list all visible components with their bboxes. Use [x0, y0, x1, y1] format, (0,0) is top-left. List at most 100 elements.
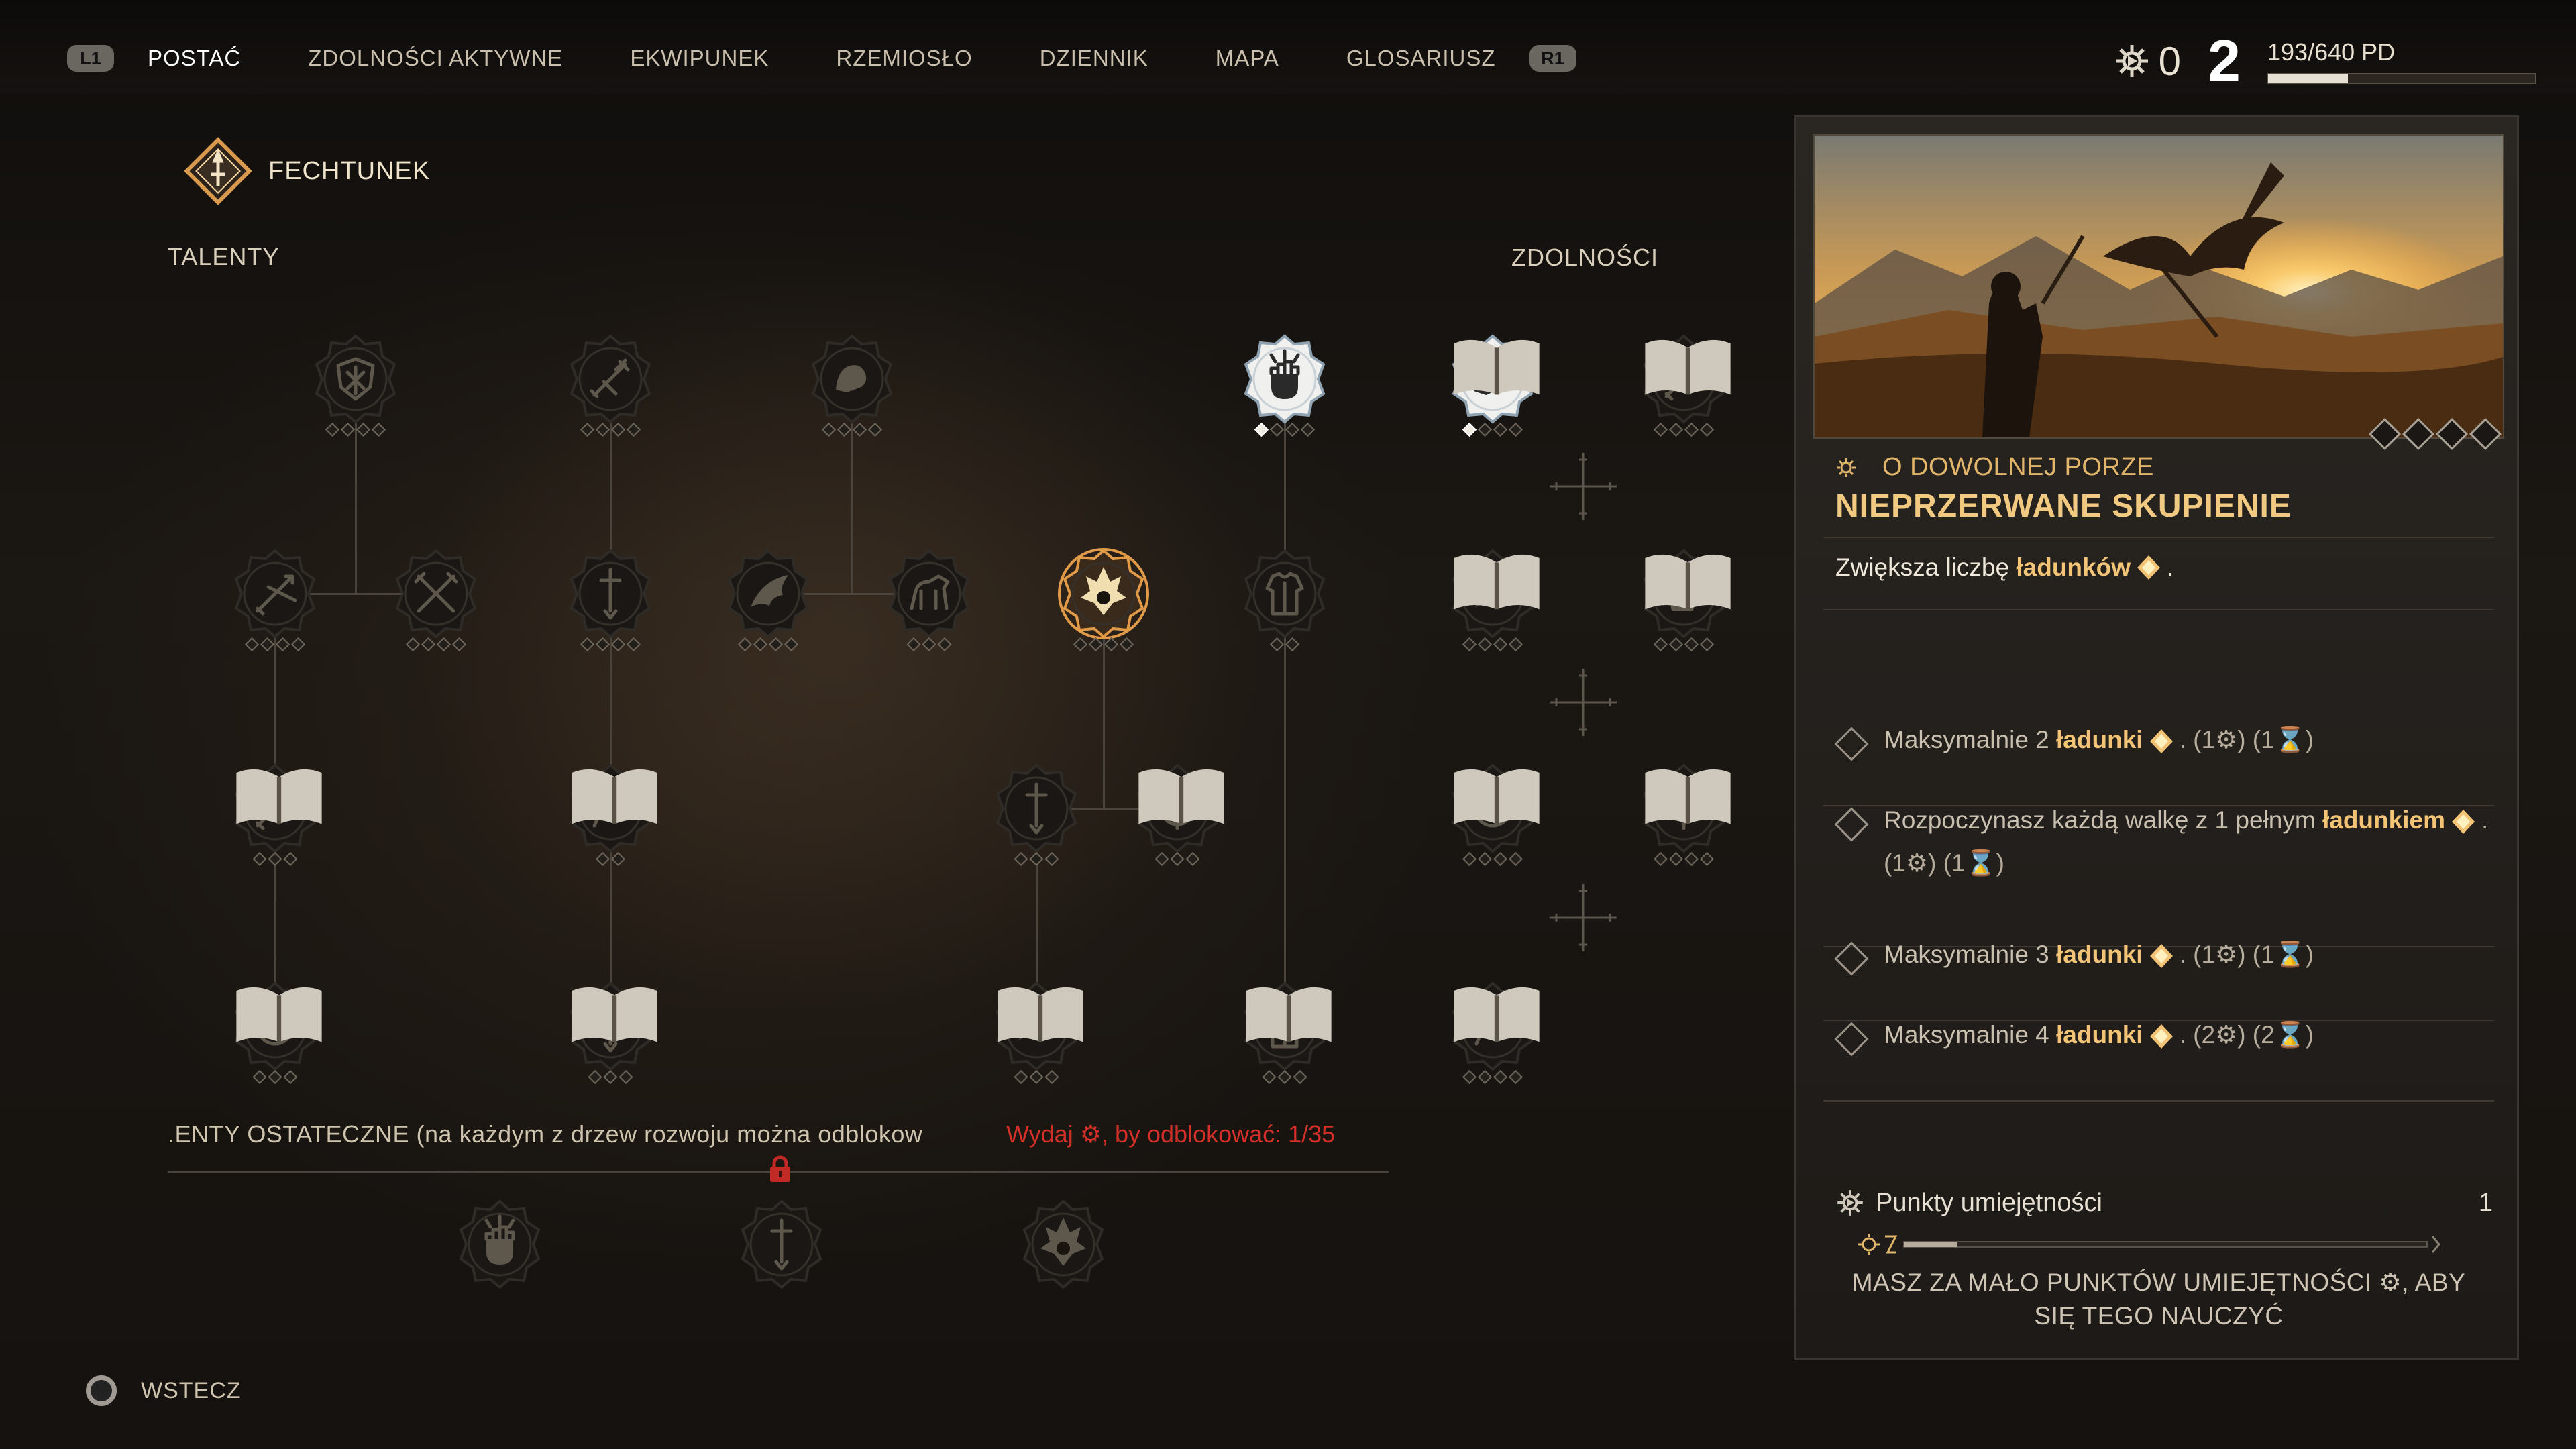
final-talent-burst[interactable]	[1016, 1197, 1110, 1291]
talent-node-fist[interactable]	[1238, 332, 1332, 437]
rank-pips	[1014, 851, 1059, 867]
ability-node-bird[interactable]	[1446, 547, 1540, 652]
rank-pips	[1269, 637, 1300, 652]
talent-node-flame-skull[interactable]	[1057, 547, 1150, 652]
xp-bar-fill	[2268, 74, 2349, 83]
rank-pip	[1285, 637, 1300, 652]
talent-node-horn[interactable]	[564, 761, 657, 867]
final-talent-sword[interactable]	[735, 1197, 828, 1291]
rank-pip	[325, 422, 340, 437]
l1-button-hint[interactable]: L1	[67, 45, 114, 72]
page-dot[interactable]	[2435, 417, 2469, 451]
rank-pip	[821, 422, 837, 437]
book-icon	[236, 769, 322, 824]
tab-glosariusz[interactable]: GLOSARIUSZ	[1346, 46, 1496, 71]
rank-pip	[1300, 422, 1316, 437]
talent-node-crossed-swords[interactable]	[389, 547, 483, 652]
ability-node-strike[interactable]	[1637, 332, 1731, 437]
rank-pip	[1269, 422, 1285, 437]
talent-node-horse[interactable]	[882, 547, 976, 652]
charge-gem-icon	[2451, 810, 2475, 835]
rank-prefix: Rozpoczynasz każdą walkę z 1 pełnym	[1884, 806, 2322, 834]
skill-points-row: Punkty umiejętności 1	[1835, 1188, 2493, 1218]
talent-node-sword-slash[interactable]	[228, 547, 322, 652]
ability-node-cross[interactable]	[1637, 761, 1731, 867]
rank-pip	[290, 637, 306, 652]
rank-pip	[1462, 422, 1477, 437]
book-icon	[1246, 987, 1332, 1042]
xp-text: 193/640 PD	[2267, 38, 2396, 66]
skill-points-counter: 0	[2113, 38, 2181, 85]
skill-points-label: Punkty umiejętności	[1876, 1188, 2102, 1217]
book-icon	[1454, 554, 1540, 610]
rank-pips	[252, 1069, 298, 1085]
skill-artwork	[1813, 134, 2504, 439]
ability-node-hook[interactable]	[1446, 979, 1540, 1085]
rank-pips	[244, 637, 306, 652]
talent-node-blade[interactable]	[989, 761, 1083, 867]
rank-pip	[1493, 851, 1508, 867]
rank-pips	[252, 851, 298, 867]
rank-pip	[1653, 851, 1668, 867]
talent-node-body[interactable]	[1238, 979, 1332, 1085]
talent-node-lunge[interactable]	[989, 979, 1083, 1085]
final-talents-label: .ENTY OSTATECZNE (na każdym z drzew rozw…	[168, 1120, 923, 1148]
rank-pip	[1285, 422, 1300, 437]
page-dot[interactable]	[2368, 417, 2402, 451]
book-icon	[236, 987, 322, 1042]
rank-pip	[275, 637, 290, 652]
rank-pip	[1668, 637, 1684, 652]
tree-connector	[355, 423, 357, 594]
tab-mapa[interactable]: MAPA	[1216, 46, 1279, 71]
final-talent-fist[interactable]	[453, 1197, 547, 1291]
talent-node-sword-thrust[interactable]	[228, 761, 322, 867]
rank-pips	[1653, 422, 1715, 437]
rank-pip	[1073, 637, 1088, 652]
rank-pip	[244, 637, 260, 652]
rank-pip	[1508, 637, 1523, 652]
rank-pip	[421, 637, 436, 652]
rank-pips	[1254, 422, 1316, 437]
ability-node-head[interactable]	[1637, 547, 1731, 652]
charge-gem-icon	[2149, 729, 2173, 754]
tab-postac[interactable]: POSTAĆ	[120, 31, 282, 98]
rank-row: Maksymalnie 3 ładunki . (1⚙) (1⌛)	[1823, 941, 2494, 976]
talent-node-shield[interactable]	[309, 332, 402, 437]
talent-node-wheel[interactable]	[1130, 761, 1224, 867]
talent-node-target[interactable]	[228, 979, 322, 1085]
page-dot[interactable]	[2402, 417, 2435, 451]
rank-pip	[405, 637, 421, 652]
rank-pip	[906, 637, 921, 652]
rank-pip	[1044, 1069, 1059, 1085]
rank-pip	[268, 1069, 282, 1085]
rank-pip	[1119, 637, 1134, 652]
rank-pip	[252, 851, 267, 867]
talent-node-armor[interactable]	[1238, 547, 1332, 652]
tab-rzemioslo[interactable]: RZEMIOSŁO	[836, 46, 972, 71]
back-prompt[interactable]: WSTECZ	[86, 1375, 241, 1406]
rank-pip	[1477, 1069, 1493, 1085]
talent-node-daggers[interactable]	[564, 332, 657, 437]
tab-zdolnosci-aktywne[interactable]: ZDOLNOŚCI AKTYWNE	[308, 46, 563, 71]
ability-node-hand[interactable]	[1446, 332, 1540, 437]
player-level: 2	[2208, 28, 2241, 94]
rank-pip	[852, 422, 867, 437]
talent-node-wing[interactable]	[721, 547, 815, 652]
ability-node-eye[interactable]	[1446, 761, 1540, 867]
skill-points-value: 0	[2158, 38, 2182, 84]
rank-pip	[610, 422, 626, 437]
talent-node-strength[interactable]	[805, 332, 899, 437]
talent-node-sword-down[interactable]	[564, 547, 657, 652]
talent-node-sword-up[interactable]	[564, 979, 657, 1085]
tab-ekwipunek[interactable]: EKWIPUNEK	[630, 46, 769, 71]
rank-pips	[1462, 851, 1523, 867]
rank-prefix: Maksymalnie 3	[1884, 941, 2057, 968]
rank-pip	[1155, 851, 1169, 867]
rank-pip	[1699, 637, 1715, 652]
tab-dziennik[interactable]: DZIENNIK	[1040, 46, 1148, 71]
rank-pip	[1477, 422, 1493, 437]
rank-pip	[451, 637, 467, 652]
day-night-track	[1858, 1234, 2454, 1255]
r1-button-hint[interactable]: R1	[1529, 45, 1576, 72]
page-dot[interactable]	[2469, 417, 2502, 451]
